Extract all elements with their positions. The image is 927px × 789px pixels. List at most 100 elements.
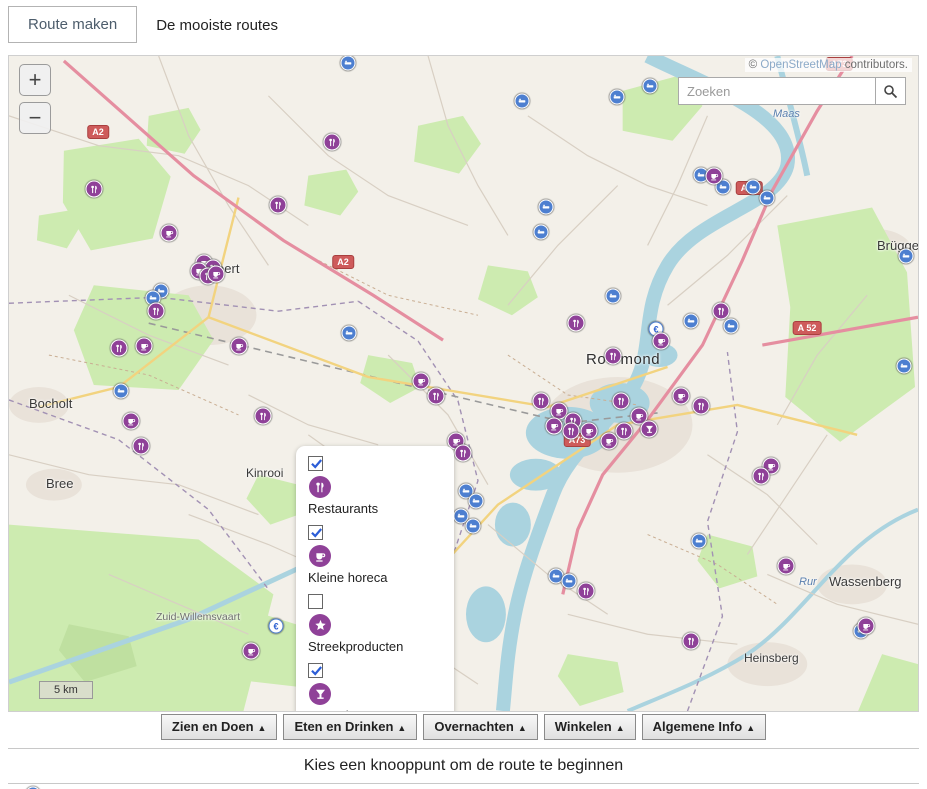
blue-poi-marker[interactable] <box>534 225 549 240</box>
purple-poi-marker[interactable] <box>778 558 795 575</box>
purple-poi-marker[interactable] <box>136 338 153 355</box>
purple-poi-marker[interactable] <box>533 393 550 410</box>
purple-poi-marker[interactable] <box>706 168 723 185</box>
zoom-in-button[interactable]: + <box>19 64 51 96</box>
filter-checkbox[interactable] <box>308 663 323 678</box>
search-input[interactable] <box>678 77 876 105</box>
purple-poi-marker[interactable] <box>270 197 287 214</box>
map-scale: 5 km <box>39 681 93 699</box>
blue-poi-marker[interactable] <box>606 289 621 304</box>
purple-poi-marker[interactable] <box>563 423 580 440</box>
status-message: Kies een knooppunt om de route te beginn… <box>8 748 919 784</box>
purple-poi-marker[interactable] <box>578 583 595 600</box>
purple-poi-marker[interactable] <box>641 421 658 438</box>
map-attribution: © OpenStreetMap contributors. <box>745 58 912 72</box>
chevron-up-icon: ▲ <box>258 723 267 733</box>
blue-poi-marker[interactable] <box>692 534 707 549</box>
blue-poi-marker[interactable] <box>760 191 775 206</box>
map-place-label: Brüggen <box>877 238 919 253</box>
purple-poi-marker[interactable] <box>324 134 341 151</box>
purple-poi-marker[interactable] <box>123 413 140 430</box>
tab-bar: Route maken De mooiste routes <box>8 6 919 43</box>
purple-poi-marker[interactable] <box>601 433 618 450</box>
category-button-zien-en-doen[interactable]: Zien en Doen▲ <box>161 714 278 740</box>
filter-checkbox[interactable] <box>308 594 323 609</box>
purple-poi-marker[interactable] <box>653 333 670 350</box>
purple-poi-marker[interactable] <box>231 338 248 355</box>
purple-poi-marker[interactable] <box>581 423 598 440</box>
category-button-overnachten[interactable]: Overnachten▲ <box>423 714 537 740</box>
blue-poi-marker[interactable] <box>610 90 625 105</box>
map-place-label: Roermond <box>586 351 660 368</box>
purple-poi-marker[interactable] <box>693 398 710 415</box>
blue-poi-marker[interactable] <box>746 180 761 195</box>
filter-checkbox[interactable] <box>308 456 323 471</box>
blue-poi-marker[interactable] <box>539 200 554 215</box>
category-button-label: Algemene Info <box>653 719 743 734</box>
blue-poi-marker[interactable] <box>515 94 530 109</box>
osm-link[interactable]: OpenStreetMap <box>760 59 841 71</box>
search-button[interactable] <box>876 77 906 105</box>
map[interactable]: BocholtBreeKinrooiWeertRoermondBrüggenWa… <box>8 55 919 712</box>
purple-poi-marker[interactable] <box>161 225 178 242</box>
tab-route-maken[interactable]: Route maken <box>8 6 137 43</box>
purple-poi-marker[interactable] <box>753 468 770 485</box>
purple-poi-marker[interactable] <box>546 418 563 435</box>
blue-poi-marker[interactable] <box>562 574 577 589</box>
filter-item: Terras/Lounge <box>308 663 442 712</box>
filter-item: Streekproducten <box>308 594 442 654</box>
purple-poi-marker[interactable] <box>428 388 445 405</box>
map-place-label: Zuid-Willemsvaart <box>156 611 240 623</box>
purple-poi-marker[interactable] <box>568 315 585 332</box>
purple-poi-marker[interactable] <box>148 303 165 320</box>
purple-poi-marker[interactable] <box>413 373 430 390</box>
blue-poi-marker[interactable] <box>466 519 481 534</box>
blue-poi-marker[interactable] <box>341 56 356 71</box>
purple-poi-marker[interactable] <box>605 348 622 365</box>
blue-poi-marker[interactable] <box>342 326 357 341</box>
chevron-up-icon: ▲ <box>518 723 527 733</box>
purple-poi-marker[interactable] <box>683 633 700 650</box>
chevron-up-icon: ▲ <box>746 723 755 733</box>
search-icon <box>883 84 898 99</box>
purple-poi-marker[interactable] <box>243 643 260 660</box>
tab-mooiste-routes[interactable]: De mooiste routes <box>137 8 297 43</box>
category-button-algemene-info[interactable]: Algemene Info▲ <box>642 714 767 740</box>
blue-poi-marker[interactable] <box>643 79 658 94</box>
purple-poi-marker[interactable] <box>133 438 150 455</box>
purple-poi-marker[interactable] <box>713 303 730 320</box>
filter-label: Restaurants <box>308 501 442 516</box>
purple-poi-marker[interactable] <box>255 408 272 425</box>
chevron-up-icon: ▲ <box>397 723 406 733</box>
category-button-eten-en-drinken[interactable]: Eten en Drinken▲ <box>283 714 417 740</box>
purple-poi-marker[interactable] <box>455 445 472 462</box>
page: Route maken De mooiste routes <box>0 0 927 789</box>
filter-label: Kleine horeca <box>308 570 442 585</box>
filter-item: Kleine horeca <box>308 525 442 585</box>
map-place-label: Wassenberg <box>829 574 902 589</box>
blue-poi-marker[interactable] <box>899 249 914 264</box>
terras-icon <box>309 683 331 705</box>
purple-poi-marker[interactable] <box>86 181 103 198</box>
blue-poi-marker[interactable] <box>469 494 484 509</box>
road-badge: A2 <box>87 125 109 139</box>
poi-filter-panel: Restaurants Kleine horeca Streekproducten T… <box>296 446 454 712</box>
purple-poi-marker[interactable] <box>111 340 128 357</box>
purple-poi-marker[interactable] <box>208 266 225 283</box>
zoom-out-button[interactable]: − <box>19 102 51 134</box>
blue-poi-marker[interactable] <box>684 314 699 329</box>
map-place-label: Bree <box>46 476 73 491</box>
euro-poi-marker[interactable]: € <box>269 619 284 634</box>
purple-poi-marker[interactable] <box>616 423 633 440</box>
category-button-winkelen[interactable]: Winkelen▲ <box>544 714 636 740</box>
filter-checkbox[interactable] <box>308 525 323 540</box>
category-button-row: Zien en Doen▲Eten en Drinken▲Overnachten… <box>8 714 919 742</box>
purple-poi-marker[interactable] <box>613 393 630 410</box>
blue-poi-marker[interactable] <box>724 319 739 334</box>
blue-poi-marker[interactable] <box>114 384 129 399</box>
map-place-label: Maas <box>773 108 800 120</box>
blue-poi-marker[interactable] <box>897 359 912 374</box>
purple-poi-marker[interactable] <box>673 388 690 405</box>
filter-label: Terras/Lounge <box>308 708 442 712</box>
purple-poi-marker[interactable] <box>858 618 875 635</box>
